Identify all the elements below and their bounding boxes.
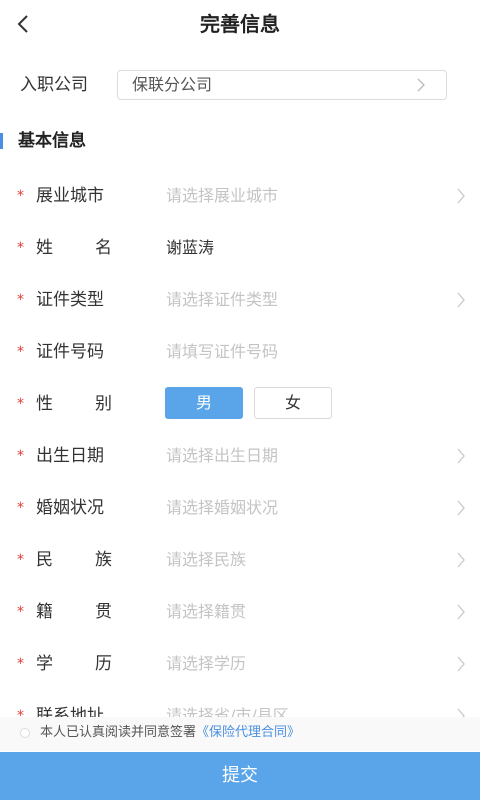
name-label-a: 姓 (36, 238, 53, 258)
company-select[interactable]: 保联分公司 (117, 70, 447, 100)
education-label-b: 历 (95, 654, 112, 674)
agreement-checkbox[interactable] (20, 728, 30, 738)
required-mark: * (17, 396, 24, 412)
header: 完善信息 (0, 0, 480, 48)
ethnicity-label: 民 族 (36, 534, 112, 586)
agreement-bar: 本人已认真阅读并同意签署《保险代理合同》 (0, 717, 480, 751)
ethnicity-select[interactable]: 请选择民族 (166, 534, 246, 586)
city-label: 展业城市 (36, 186, 104, 206)
id-number-row: * 证件号码 请填写证件号码 (0, 326, 480, 378)
chevron-right-icon (457, 552, 465, 568)
name-row: * 姓 名 谢蓝涛 (0, 222, 480, 274)
ethnicity-label-a: 民 (36, 550, 53, 570)
chevron-right-icon (457, 604, 465, 620)
name-label: 姓 名 (36, 222, 112, 274)
birth-date-label: 出生日期 (36, 446, 104, 466)
required-mark: * (17, 448, 24, 464)
ethnicity-label-b: 族 (95, 550, 112, 570)
page-title: 完善信息 (200, 12, 280, 36)
city-row[interactable]: * 展业城市 请选择展业城市 (0, 170, 480, 222)
city-select[interactable]: 请选择展业城市 (166, 170, 278, 222)
chevron-right-icon (457, 448, 465, 464)
required-mark: * (17, 656, 24, 672)
name-label-b: 名 (95, 238, 112, 258)
agreement-text: 本人已认真阅读并同意签署《保险代理合同》 (40, 717, 300, 749)
id-number-label: 证件号码 (36, 342, 104, 362)
contract-link[interactable]: 《保险代理合同》 (196, 725, 300, 740)
id-type-select[interactable]: 请选择证件类型 (166, 274, 278, 326)
section-title: 基本信息 (18, 131, 86, 151)
gender-label-b: 别 (95, 394, 112, 414)
section-accent-bar (0, 133, 3, 149)
required-mark: * (17, 344, 24, 360)
agreement-statement: 本人已认真阅读并同意签署 (40, 725, 197, 740)
native-place-label-b: 贯 (95, 602, 112, 622)
name-input[interactable]: 谢蓝涛 (166, 222, 214, 274)
education-label-a: 学 (36, 654, 53, 674)
required-mark: * (17, 292, 24, 308)
education-label: 学 历 (36, 638, 112, 690)
id-number-input[interactable]: 请填写证件号码 (166, 326, 278, 378)
submit-button[interactable]: 提交 (0, 752, 480, 800)
marital-status-row[interactable]: * 婚姻状况 请选择婚姻状况 (0, 482, 480, 534)
chevron-right-icon (457, 656, 465, 672)
required-mark: * (17, 188, 24, 204)
required-mark: * (17, 552, 24, 568)
gender-label: 性 别 (36, 378, 112, 430)
chevron-right-icon (457, 188, 465, 204)
gender-female-button[interactable]: 女 (254, 387, 332, 419)
gender-label-a: 性 (36, 394, 53, 414)
gender-male-button[interactable]: 男 (165, 387, 243, 419)
section-header: 基本信息 (0, 126, 480, 156)
birth-date-row[interactable]: * 出生日期 请选择出生日期 (0, 430, 480, 482)
native-place-row[interactable]: * 籍 贯 请选择籍贯 (0, 586, 480, 638)
ethnicity-row[interactable]: * 民 族 请选择民族 (0, 534, 480, 586)
native-place-select[interactable]: 请选择籍贯 (166, 586, 246, 638)
company-row: 入职公司 保联分公司 (0, 68, 480, 102)
marital-status-select[interactable]: 请选择婚姻状况 (166, 482, 278, 534)
chevron-right-icon (457, 500, 465, 516)
id-type-label: 证件类型 (36, 290, 104, 310)
id-type-row[interactable]: * 证件类型 请选择证件类型 (0, 274, 480, 326)
chevron-right-icon (417, 78, 425, 92)
education-select[interactable]: 请选择学历 (166, 638, 246, 690)
native-place-label-a: 籍 (36, 602, 53, 622)
native-place-label: 籍 贯 (36, 586, 112, 638)
birth-date-select[interactable]: 请选择出生日期 (166, 430, 278, 482)
marital-status-label: 婚姻状况 (36, 498, 104, 518)
company-label: 入职公司 (20, 75, 88, 95)
education-row[interactable]: * 学 历 请选择学历 (0, 638, 480, 690)
required-mark: * (17, 604, 24, 620)
company-value: 保联分公司 (132, 75, 213, 94)
required-mark: * (17, 500, 24, 516)
chevron-right-icon (457, 292, 465, 308)
required-mark: * (17, 240, 24, 256)
gender-row: * 性 别 男 女 (0, 378, 480, 430)
